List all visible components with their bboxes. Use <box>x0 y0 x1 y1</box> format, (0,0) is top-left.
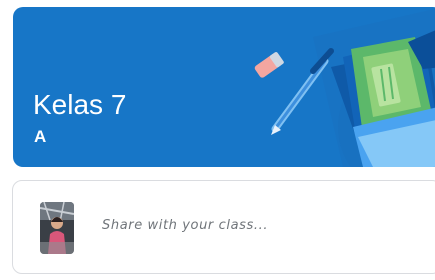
share-with-class-box[interactable]: Share with your class... <box>12 180 435 274</box>
share-with-class-prompt[interactable]: Share with your class... <box>102 218 268 233</box>
user-avatar <box>40 202 74 254</box>
class-section: A <box>34 127 47 146</box>
class-header-banner[interactable]: Kelas 7 A <box>13 7 435 167</box>
eraser-icon <box>254 52 284 78</box>
stationery-illustration <box>254 8 435 167</box>
class-title: Kelas 7 <box>33 89 127 120</box>
